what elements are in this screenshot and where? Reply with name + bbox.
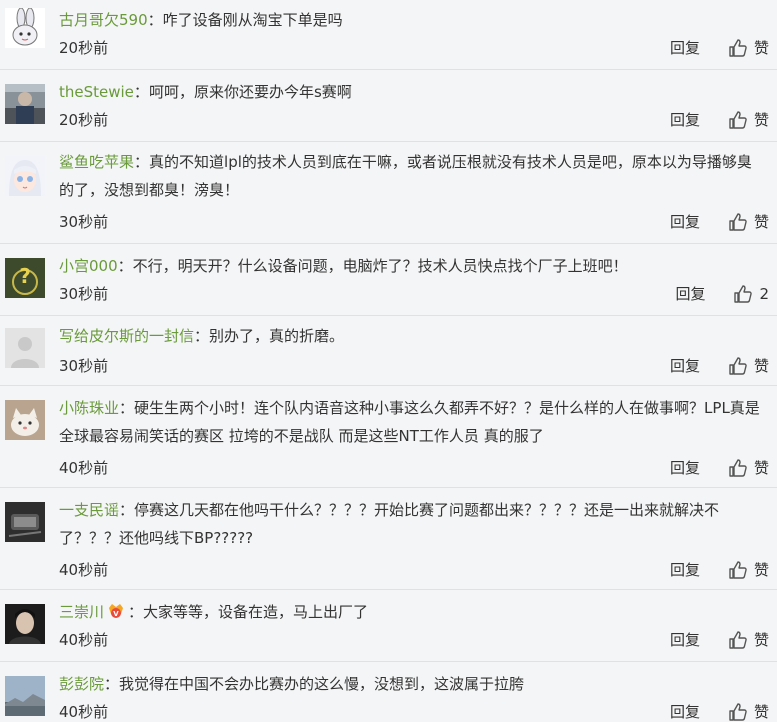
like-button[interactable]: 赞 <box>728 630 769 650</box>
man-avatar[interactable] <box>5 604 45 644</box>
comment-time: 30秒前 <box>59 285 109 303</box>
comment-text: 别办了，真的折磨。 <box>209 327 345 345</box>
like-button[interactable]: 赞 <box>728 110 769 130</box>
comment-time: 30秒前 <box>59 357 109 375</box>
thumbs-up-icon <box>729 631 747 649</box>
comment-text: 硬生生两个小时！连个队内语音这种小事这么久都弄不好？？是什么样的人在做事啊？LP… <box>59 399 760 445</box>
comment-author[interactable]: 小宫000 <box>59 257 118 275</box>
svg-text:V: V <box>113 610 119 618</box>
comment-text: 真的不知道lpl的技术人员到底在干嘛，或者说压根就没有技术人员是吧，原本以为导播… <box>59 153 752 199</box>
comment-item: 古月哥欠590：咋了设备刚从淘宝下单是吗 20秒前 回复赞 <box>0 0 777 70</box>
dark-avatar[interactable] <box>5 502 45 542</box>
comment-time: 40秒前 <box>59 703 109 721</box>
comment-item: 一支民谣：停赛这几天都在他吗干什么？？？？开始比赛了问题都出来？？？？还是一出来… <box>0 488 777 590</box>
svg-text:?: ? <box>19 264 31 288</box>
like-button[interactable]: 赞 <box>728 458 769 478</box>
reply-button[interactable]: 回复 <box>670 630 700 650</box>
thumbs-up-icon <box>729 357 747 375</box>
anime-avatar[interactable] <box>5 156 45 196</box>
comment-item: 彭彭院：我觉得在中国不会办比赛办的这么慢，没想到，这波属于拉胯 40秒前 回复赞 <box>0 662 777 722</box>
reply-button[interactable]: 回复 <box>670 38 700 58</box>
comment-item: ? 小宫000：不行，明天开？什么设备问题，电脑炸了？技术人员快点找个厂子上班吧… <box>0 244 777 316</box>
reply-button[interactable]: 回复 <box>670 702 700 722</box>
comment-text: 咋了设备刚从淘宝下单是吗 <box>162 11 343 29</box>
comment-author[interactable]: 一支民谣 <box>59 501 119 519</box>
like-count: 赞 <box>753 213 769 231</box>
like-count: 赞 <box>753 459 769 477</box>
reply-button[interactable]: 回复 <box>670 560 700 580</box>
thumbs-up-icon <box>729 39 747 57</box>
comment-time: 40秒前 <box>59 561 109 579</box>
like-button[interactable]: 赞 <box>728 38 769 58</box>
comment-time: 40秒前 <box>59 459 109 477</box>
comment-author[interactable]: 彭彭院 <box>59 675 104 693</box>
thumbs-up-icon <box>729 213 747 231</box>
comment-text: 不行，明天开？什么设备问题，电脑炸了？技术人员快点找个厂子上班吧！ <box>132 257 628 275</box>
like-count: 赞 <box>753 561 769 579</box>
like-count: 赞 <box>753 631 769 649</box>
thumbs-up-icon <box>729 459 747 477</box>
comment-time: 40秒前 <box>59 631 109 649</box>
comment-text: 我觉得在中国不会办比赛办的这么慢，没想到，这波属于拉胯 <box>119 675 525 693</box>
comment-author[interactable]: 古月哥欠590 <box>59 11 148 29</box>
comment-item: 鲨鱼吃苹果：真的不知道lpl的技术人员到底在干嘛，或者说压根就没有技术人员是吧，… <box>0 142 777 244</box>
question-avatar[interactable]: ? <box>5 258 45 298</box>
vip-badge-icon: V <box>109 604 124 618</box>
like-count: 赞 <box>753 111 769 129</box>
comment-author[interactable]: 鲨鱼吃苹果 <box>59 153 134 171</box>
like-button[interactable]: 赞 <box>728 356 769 376</box>
rabbit-avatar[interactable] <box>5 8 45 48</box>
thumbs-up-icon <box>729 703 747 721</box>
like-count: 赞 <box>753 357 769 375</box>
reply-button[interactable]: 回复 <box>670 212 700 232</box>
comment-item: 写给皮尔斯的一封信：别办了，真的折磨。 30秒前 回复赞 <box>0 316 777 386</box>
comment-text: 大家等等，设备在造，马上出厂了 <box>143 603 369 621</box>
default-avatar[interactable] <box>5 328 45 368</box>
reply-button[interactable]: 回复 <box>670 110 700 130</box>
thumbs-up-icon <box>729 561 747 579</box>
comment-text: 停赛这几天都在他吗干什么？？？？开始比赛了问题都出来？？？？还是一出来就解决不了… <box>59 501 720 547</box>
reply-button[interactable]: 回复 <box>675 284 705 304</box>
like-button[interactable]: 赞 <box>728 560 769 580</box>
comment-author[interactable]: 三崇川 <box>59 603 104 621</box>
comment-item: theStewie：呵呵，原来你还要办今年s赛啊 20秒前 回复赞 <box>0 70 777 142</box>
comment-text: 呵呵，原来你还要办今年s赛啊 <box>148 83 352 101</box>
like-button[interactable]: 赞 <box>728 702 769 722</box>
comment-author[interactable]: 小陈珠业 <box>59 399 119 417</box>
like-button[interactable]: 赞 <box>728 212 769 232</box>
sky-avatar[interactable] <box>5 676 45 716</box>
thumbs-up-icon <box>734 285 753 303</box>
comment-author[interactable]: theStewie <box>59 83 134 101</box>
comment-time: 20秒前 <box>59 39 109 57</box>
like-count: 赞 <box>753 39 769 57</box>
comment-item: 三崇川 V ：大家等等，设备在造，马上出厂了 40秒前 回复赞 <box>0 590 777 662</box>
comment-item: 小陈珠业：硬生生两个小时！连个队内语音这种小事这么久都弄不好？？是什么样的人在做… <box>0 386 777 488</box>
like-button[interactable]: 2 <box>733 284 769 304</box>
reply-button[interactable]: 回复 <box>670 458 700 478</box>
like-count: 赞 <box>753 703 769 721</box>
comment-time: 20秒前 <box>59 111 109 129</box>
photo-avatar[interactable] <box>5 84 45 124</box>
comment-author[interactable]: 写给皮尔斯的一封信 <box>59 327 194 345</box>
comment-list: 古月哥欠590：咋了设备刚从淘宝下单是吗 20秒前 回复赞 theStewie：… <box>0 0 777 722</box>
like-count: 2 <box>759 285 769 303</box>
comment-time: 30秒前 <box>59 213 109 231</box>
reply-button[interactable]: 回复 <box>670 356 700 376</box>
thumbs-up-icon <box>729 111 747 129</box>
cat-avatar[interactable] <box>5 400 45 440</box>
